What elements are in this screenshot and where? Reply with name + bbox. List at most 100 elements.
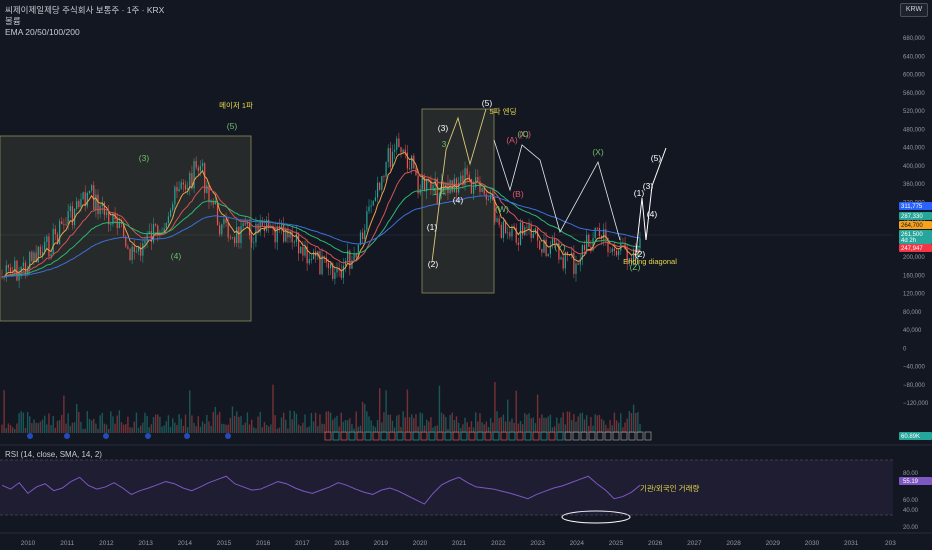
earnings-marker	[612, 431, 620, 441]
volume-bar	[302, 422, 304, 433]
earnings-marker	[468, 431, 476, 441]
volume-bar	[148, 427, 150, 433]
candle	[575, 263, 577, 275]
candle	[103, 202, 106, 215]
candle	[223, 218, 225, 225]
volume-bar	[344, 419, 347, 433]
volume-bar	[511, 418, 513, 433]
volume-bar	[300, 425, 302, 433]
volume-bar	[515, 390, 517, 433]
volume-bar	[451, 412, 453, 433]
volume-bar	[545, 418, 547, 433]
volume-bar	[425, 419, 428, 433]
price-label-text: 311,775	[901, 204, 923, 210]
candle	[253, 242, 255, 244]
price-axis: 680,000 640,000 600,000 560,000 520,000 480,0…	[899, 36, 932, 440]
volume-bar	[519, 421, 522, 433]
volume-bar	[396, 415, 398, 433]
volume-bar	[48, 413, 50, 433]
candle	[52, 228, 54, 255]
candle	[48, 236, 50, 257]
price-label: 4d 2h	[899, 236, 932, 244]
volume-bar	[216, 414, 219, 433]
wave-label: (1)	[427, 222, 438, 232]
volume-bar	[385, 390, 387, 433]
candle	[500, 224, 502, 238]
candle	[451, 180, 453, 192]
time-axis-tick: 2017	[295, 540, 310, 547]
candle	[46, 236, 48, 243]
volume-bar	[178, 414, 180, 433]
volume-bar	[355, 411, 357, 433]
volume-bar	[466, 422, 468, 433]
volume-bar	[154, 414, 157, 433]
earnings-marker	[540, 431, 548, 441]
volume-bar	[598, 414, 601, 433]
volume-bar	[255, 428, 257, 433]
candle	[466, 168, 468, 175]
volume-bar	[617, 422, 620, 433]
candle	[16, 260, 18, 281]
candle	[483, 188, 485, 195]
volume-bar	[5, 428, 7, 433]
earnings-marker	[628, 431, 636, 441]
candle	[176, 186, 178, 192]
volume-bar	[419, 412, 421, 433]
volume-bar	[489, 417, 492, 433]
rsi-band	[0, 460, 893, 515]
candle	[88, 190, 91, 193]
volume-bar	[585, 415, 588, 433]
volume-bar	[628, 411, 631, 433]
candle	[283, 224, 285, 242]
rsi-pane: 80.00 60.00 40.00 20.00 55.19 기관/외국인 거래량	[0, 459, 932, 531]
volume-bar	[172, 418, 174, 433]
candle	[526, 227, 528, 229]
candle	[342, 265, 345, 278]
volume-bar	[257, 416, 259, 433]
volume-bar	[231, 406, 234, 433]
volume-bar	[541, 414, 543, 433]
candle	[142, 243, 144, 256]
candle	[611, 248, 613, 253]
rsi-annotation: 기관/외국인 거래량	[640, 483, 699, 493]
candle	[238, 226, 240, 244]
volume-bar	[118, 410, 121, 433]
volume-bar	[310, 412, 313, 433]
volume-bar	[263, 422, 266, 433]
volume-bar	[161, 426, 163, 433]
volume-bar	[498, 417, 500, 433]
price-axis-tick: 80,000	[903, 310, 922, 316]
volume-bar	[169, 426, 172, 433]
candle	[229, 237, 231, 239]
earnings-marker	[556, 431, 564, 441]
volume-bar	[176, 425, 178, 433]
earnings-marker	[388, 431, 396, 441]
volume-bar	[167, 415, 170, 433]
volume-bar	[137, 427, 140, 433]
candle	[231, 237, 234, 239]
volume-bar	[428, 421, 430, 433]
earnings-marker	[356, 431, 364, 441]
time-axis-tick: 2016	[256, 540, 271, 547]
earnings-marker	[412, 431, 420, 441]
candle	[368, 206, 370, 212]
earnings-marker	[452, 431, 460, 441]
volume-bar	[3, 390, 5, 433]
candle	[9, 267, 12, 272]
volume-bar	[637, 412, 639, 433]
candle	[588, 235, 590, 247]
dividend-marker	[27, 433, 33, 439]
candle	[547, 254, 549, 257]
volume-bar	[568, 411, 571, 433]
candle	[396, 138, 398, 150]
candle	[167, 216, 170, 224]
candle	[95, 194, 97, 210]
candle	[233, 237, 236, 244]
price-axis-tick: 0	[903, 346, 907, 352]
volume-bar	[507, 399, 509, 433]
earnings-marker	[348, 431, 356, 441]
candle	[206, 185, 208, 193]
chart-canvas[interactable]: 메이저 1파(5)(3)(4)5파 엔딩(5)(3)31 4(4)(1)(2)(A…	[0, 0, 932, 550]
price-axis-tick: 560,000	[903, 91, 925, 97]
earnings-marker	[492, 431, 500, 441]
